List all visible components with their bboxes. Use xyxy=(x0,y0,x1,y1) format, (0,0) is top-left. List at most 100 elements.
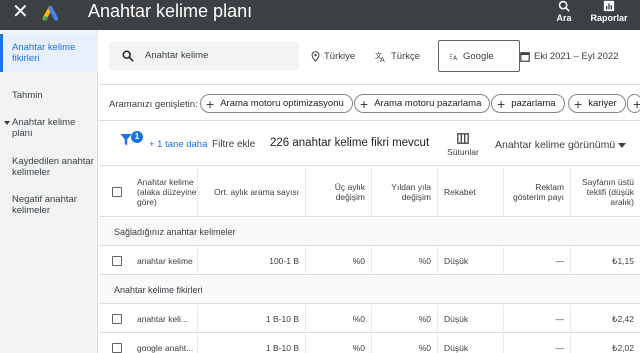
column-header-avg-searches[interactable]: Ort. aylık arama sayısı xyxy=(197,167,305,217)
filter-count-badge: 1 xyxy=(131,131,143,143)
yoy-cell: %0 xyxy=(371,305,437,333)
competition-cell: Düşük xyxy=(437,334,503,353)
dropdown-caret-icon xyxy=(618,143,626,148)
plus-icon: + xyxy=(633,95,640,112)
columns-label: Sütunlar xyxy=(447,147,479,157)
suggestion-chip-more[interactable]: + xyxy=(627,94,640,113)
keyword-cell: google anaht... xyxy=(137,343,194,353)
more-filters-link[interactable]: + 1 tane daha xyxy=(149,139,207,150)
columns-button[interactable]: Sütunlar xyxy=(443,133,483,157)
sidebar-item-keyword-plan[interactable]: Anahtar kelime planı xyxy=(0,117,98,141)
location-value: Türkiye xyxy=(324,50,356,62)
translate-icon: 文A xyxy=(375,51,385,62)
date-range-selector[interactable]: Eki 2021 – Eyl 2022 xyxy=(520,42,619,70)
view-selector[interactable]: Anahtar kelime görünümü xyxy=(495,139,615,151)
plus-icon: + xyxy=(497,95,506,112)
competition-cell: Düşük xyxy=(437,305,503,333)
reports-label: Raporlar xyxy=(590,13,628,23)
sidebar-item-negative-keywords[interactable]: Negatif anahtar kelimeler xyxy=(0,194,98,218)
impression-share-cell: — xyxy=(503,247,570,275)
google-ads-logo xyxy=(42,5,59,21)
group-keyword-ideas: Anahtar kelime fikirleri xyxy=(99,276,640,304)
search-icon xyxy=(558,0,570,12)
plus-icon: + xyxy=(574,95,583,112)
sidebar-item-saved-keywords[interactable]: Kaydedilen anahtar kelimeler xyxy=(0,156,98,180)
bid-cell: ₺2,02 xyxy=(570,334,640,353)
reports-button[interactable]: Raporlar xyxy=(588,0,630,23)
keyword-cell: anahtar keli... xyxy=(137,314,189,324)
bid-cell: ₺2,42 xyxy=(570,305,640,333)
suggestion-chip[interactable]: + pazarlama xyxy=(491,94,565,113)
main-content: Anahtar kelime Türkiye 文A Türkçe ΞA Goog… xyxy=(99,30,640,353)
chip-label: Arama motoru pazarlama xyxy=(374,98,482,109)
location-selector[interactable]: Türkiye xyxy=(311,42,355,70)
column-header-impression-share[interactable]: Reklam gösterim payı xyxy=(503,167,570,217)
sidebar-item-label: Negatif anahtar kelimeler xyxy=(12,194,77,216)
select-all-checkbox[interactable] xyxy=(112,187,122,197)
keyword-search-input[interactable]: Anahtar kelime xyxy=(109,42,299,70)
searches-cell: 1 B-10 B xyxy=(197,334,305,353)
column-header-yoy-change[interactable]: Yıldan yıla değişim xyxy=(371,167,437,217)
active-indicator xyxy=(0,34,3,72)
search-network-icon: ΞA xyxy=(449,55,457,61)
sidebar-item-forecast[interactable]: Tahmin xyxy=(0,90,98,106)
svg-text:A: A xyxy=(453,55,457,60)
group-provided-keywords: Sağladığınız anahtar kelimeler xyxy=(99,218,640,246)
search-icon xyxy=(122,50,134,62)
qoq-cell: %0 xyxy=(305,247,371,275)
table-row[interactable]: google anaht... 1 B-10 B %0 %0 Düşük — ₺… xyxy=(99,334,640,353)
suggestion-chip[interactable]: + Arama motoru optimizasyonu xyxy=(200,94,353,113)
top-bar: ✕ Anahtar kelime planı Ara Raporlar xyxy=(0,0,640,30)
expand-search-label: Aramanızı genişletin: xyxy=(109,99,198,110)
searches-cell: 100-1 B xyxy=(197,247,305,275)
keyword-cell: anahtar kelime xyxy=(137,256,193,266)
row-checkbox[interactable] xyxy=(112,256,122,266)
search-button[interactable]: Ara xyxy=(552,0,576,23)
expand-search-row: Aramanızı genişletin: + Arama motoru opti… xyxy=(99,86,640,121)
network-selector[interactable]: ΞA Google xyxy=(438,40,520,72)
suggestion-chip[interactable]: + Arama motoru pazarlama xyxy=(354,94,491,113)
language-selector[interactable]: 文A Türkçe xyxy=(375,42,420,70)
sidebar-item-label: Kaydedilen anahtar kelimeler xyxy=(12,156,94,178)
columns-icon xyxy=(457,133,469,144)
yoy-cell: %0 xyxy=(371,247,437,275)
column-header-competition[interactable]: Rekabet xyxy=(437,167,503,217)
column-header-three-month-change[interactable]: Üç aylık değişim xyxy=(305,167,371,217)
column-header-top-bid-low[interactable]: Sayfanın üstü teklifi (düşük aralık) xyxy=(570,167,640,217)
search-label: Ara xyxy=(556,13,572,23)
column-header-keyword[interactable]: Anahtar kelime (alaka düzeyine göre) xyxy=(131,167,197,217)
reports-icon xyxy=(603,0,615,12)
expand-caret-icon xyxy=(4,121,10,125)
plus-icon: + xyxy=(360,95,369,112)
close-icon[interactable]: ✕ xyxy=(12,1,29,23)
sidebar-item-label: Anahtar kelime fikirleri xyxy=(12,42,76,64)
qoq-cell: %0 xyxy=(305,334,371,353)
table-row[interactable]: anahtar keli... 1 B-10 B %0 %0 Düşük — ₺… xyxy=(99,305,640,333)
impression-share-cell: — xyxy=(503,305,570,333)
row-checkbox[interactable] xyxy=(112,343,122,353)
network-value: Google xyxy=(463,50,494,62)
date-range-value: Eki 2021 – Eyl 2022 xyxy=(534,50,619,62)
table-header: Anahtar kelime (alaka düzeyine göre) Ort… xyxy=(99,167,640,217)
filter-row: 1 + 1 tane daha Filtre ekle 226 anahtar … xyxy=(99,122,640,166)
qoq-cell: %0 xyxy=(305,305,371,333)
sidebar: Anahtar kelime fikirleri Tahmin Anahtar … xyxy=(0,30,98,353)
chip-label: pazarlama xyxy=(511,98,556,109)
svg-text:A: A xyxy=(380,56,385,62)
chip-label: kariyer xyxy=(588,98,617,109)
page-title: Anahtar kelime planı xyxy=(88,1,253,21)
search-settings-row: Anahtar kelime Türkiye 文A Türkçe ΞA Goog… xyxy=(99,30,640,85)
competition-cell: Düşük xyxy=(437,247,503,275)
plus-icon: + xyxy=(206,95,215,112)
calendar-icon xyxy=(520,51,530,62)
add-filter-button[interactable]: Filtre ekle xyxy=(212,139,255,150)
sidebar-item-keyword-ideas[interactable]: Anahtar kelime fikirleri xyxy=(0,34,98,72)
keyword-count: 226 anahtar kelime fikri mevcut xyxy=(270,137,430,149)
impression-share-cell: — xyxy=(503,334,570,353)
searches-cell: 1 B-10 B xyxy=(197,305,305,333)
suggestion-chip[interactable]: + kariyer xyxy=(568,94,626,113)
row-checkbox[interactable] xyxy=(112,314,122,324)
sidebar-item-label: Tahmin xyxy=(12,90,43,101)
chip-label: Arama motoru optimizasyonu xyxy=(220,98,344,109)
table-row[interactable]: anahtar kelime 100-1 B %0 %0 Düşük — ₺1,… xyxy=(99,247,640,275)
